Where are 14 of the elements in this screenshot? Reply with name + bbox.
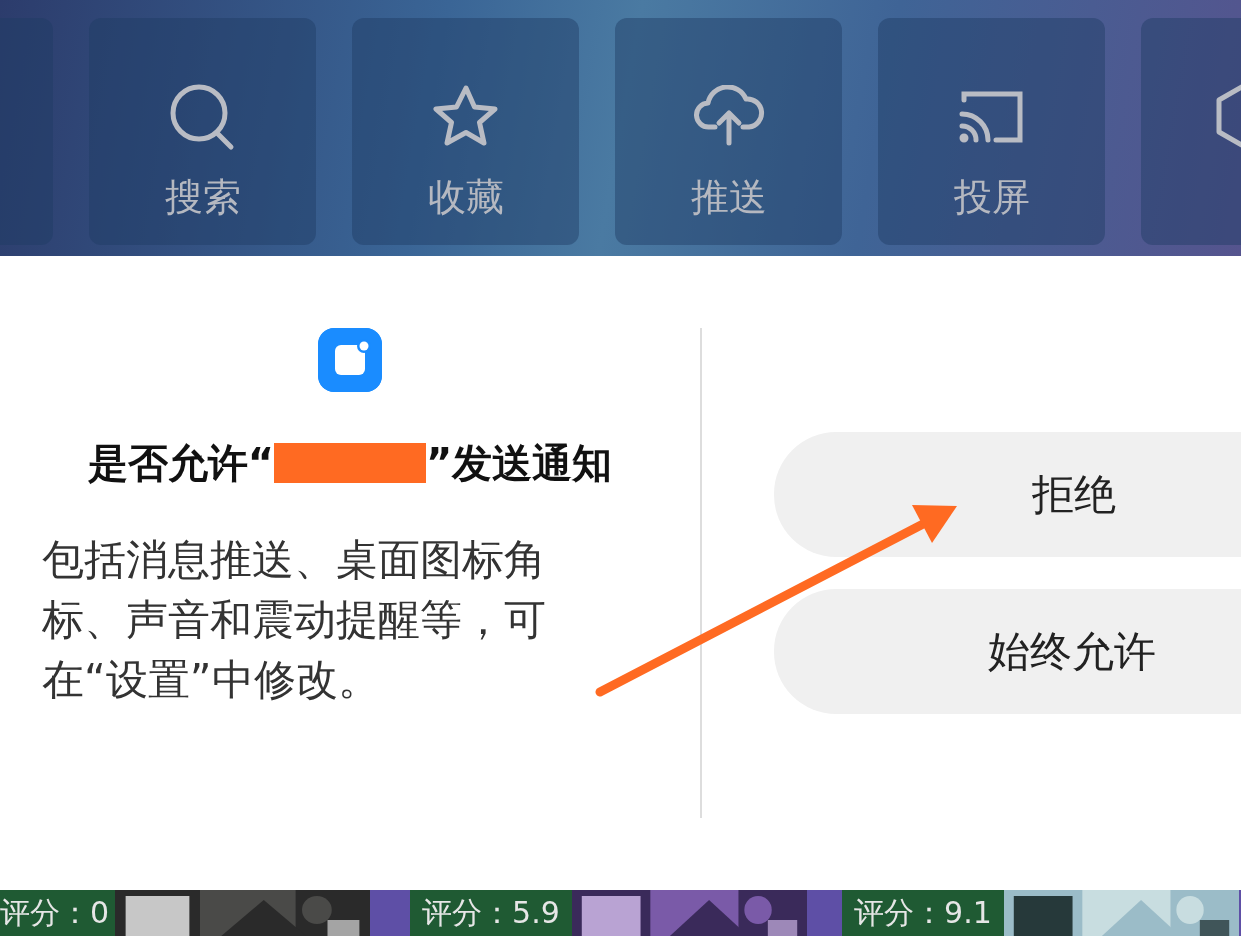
toolbar-tile[interactable]: 收藏 xyxy=(352,18,579,245)
cloud-upload-icon xyxy=(692,85,765,147)
toolbar-tile[interactable]: 推送 xyxy=(615,18,842,245)
deny-button[interactable]: 拒绝 xyxy=(774,432,1241,557)
toolbar-tile[interactable]: 搜索 xyxy=(89,18,316,245)
rating-label: 评分：9.1 xyxy=(842,890,1005,936)
dialog-message: 包括消息推送、桌面图标角标、声音和震动提醒等，可在“设置”中修改。 xyxy=(42,534,547,706)
star-icon xyxy=(432,84,499,148)
allow-button[interactable]: 始终允许 xyxy=(774,589,1241,714)
rating-label: 评分：5.9 xyxy=(410,890,573,936)
dialog-title: 是否允许“ ”发送通知 xyxy=(86,439,614,488)
rating-label: 评分：0 xyxy=(0,890,116,936)
app-icon xyxy=(318,328,382,392)
toolbar-tile[interactable]: 投屏 xyxy=(878,18,1105,245)
